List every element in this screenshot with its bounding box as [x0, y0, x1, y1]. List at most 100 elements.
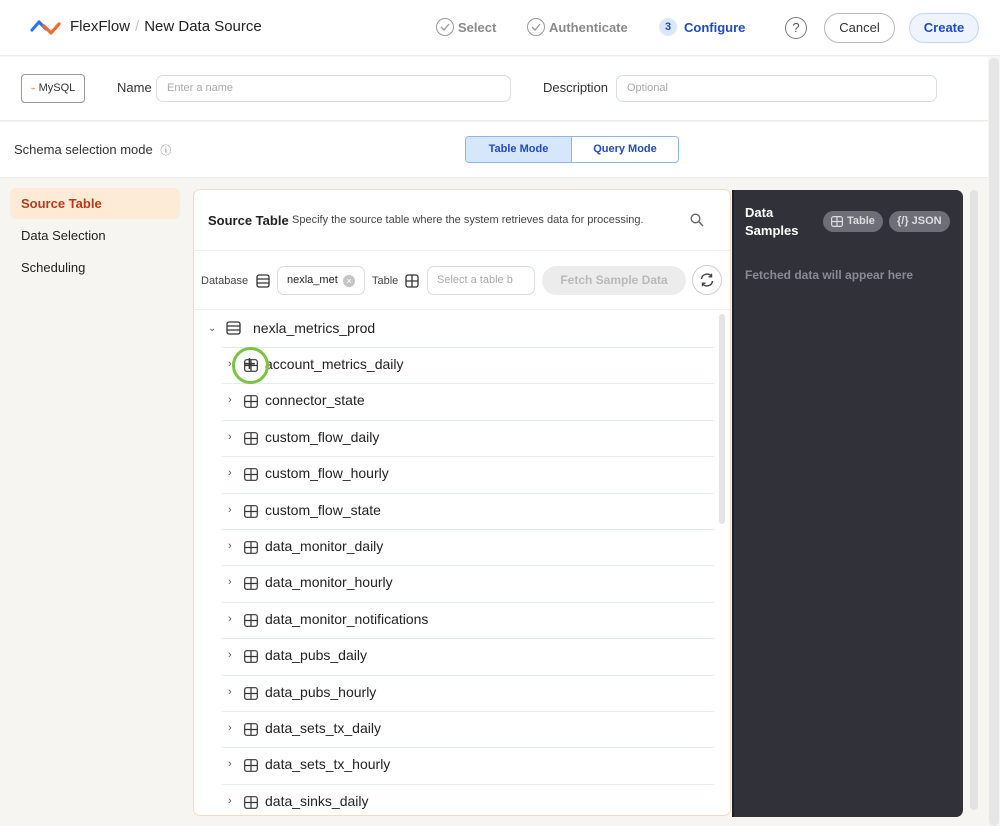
crosshair-cursor-icon: + [243, 351, 256, 376]
panel-title: Source Table [208, 213, 289, 228]
table-name: data_sinks_daily [265, 792, 369, 809]
tree-table-row[interactable]: › custom_flow_hourly [222, 456, 714, 492]
check-circle-icon [436, 18, 454, 36]
tree-table-row[interactable]: › data_monitor_hourly [222, 565, 714, 601]
table-view-toggle[interactable]: Table [823, 211, 883, 232]
panel-header: Source Table Specify the source table wh… [194, 190, 730, 251]
description-input[interactable]: Optional [616, 75, 937, 102]
chevron-right-icon[interactable]: › [228, 467, 232, 479]
tree-table-row[interactable]: › data_sets_tx_hourly [222, 747, 714, 783]
chevron-right-icon[interactable]: › [228, 649, 232, 661]
table-icon [831, 216, 843, 227]
step-number: 3 [659, 18, 677, 36]
schema-mode-label: Schema selection mode ⓘ [14, 142, 171, 158]
tree-table-row[interactable]: › data_monitor_daily [222, 529, 714, 565]
table-icon [244, 504, 258, 518]
tree-scrollbar[interactable] [719, 314, 725, 524]
sidebar-item-data-selection[interactable]: Data Selection [10, 220, 180, 251]
tree-table-row[interactable]: › account_metrics_daily [222, 347, 714, 383]
refresh-icon [700, 273, 714, 287]
refresh-button[interactable] [692, 265, 722, 295]
fetch-sample-data-button[interactable]: Fetch Sample Data [542, 266, 686, 295]
json-view-toggle[interactable]: {/} JSON [889, 211, 950, 232]
table-name: data_sets_tx_hourly [265, 756, 391, 773]
chevron-right-icon[interactable]: › [228, 431, 232, 443]
table-icon [244, 795, 258, 809]
tree-table-row[interactable]: › data_monitor_notifications [222, 601, 714, 638]
table-view-label: Table [847, 215, 875, 227]
database-label: Database [201, 275, 249, 287]
table-name: data_pubs_daily [265, 647, 367, 664]
filter-bar: Database nexla_met × Table Select a tabl… [194, 252, 730, 310]
sidebar-item-source-table[interactable]: Source Table [10, 188, 180, 219]
database-icon [226, 321, 241, 335]
source-details-row: ⌁ MySQL Name Enter a name Description Op… [0, 57, 988, 121]
samples-scrollbar[interactable] [970, 190, 978, 810]
description-label: Description [543, 80, 609, 95]
create-button[interactable]: Create [909, 13, 979, 43]
database-icon [256, 274, 270, 288]
table-mode-button[interactable]: Table Mode [466, 137, 572, 162]
chevron-right-icon[interactable]: › [228, 686, 232, 698]
connector-label: MySQL [38, 82, 76, 94]
tree-database-node[interactable]: ⌄ nexla_metrics_prod [194, 311, 714, 347]
table-icon [244, 759, 258, 773]
tree-table-row[interactable]: › connector_state [222, 383, 714, 419]
sidebar-item-scheduling[interactable]: Scheduling [10, 252, 180, 283]
chevron-right-icon[interactable]: › [228, 358, 232, 370]
table-icon [244, 541, 258, 554]
table-icon [244, 650, 258, 664]
app-name[interactable]: FlexFlow [70, 18, 130, 35]
step-select: Select [436, 18, 496, 36]
name-label: Name [117, 80, 152, 95]
chevron-right-icon[interactable]: › [228, 540, 232, 552]
page-scrollbar[interactable] [989, 58, 999, 826]
table-name: data_monitor_daily [265, 538, 384, 554]
tree-table-row[interactable]: › data_sets_tx_daily [222, 711, 714, 747]
tree-table-row[interactable]: › data_pubs_daily [222, 638, 714, 674]
clear-icon[interactable]: × [343, 275, 355, 287]
query-mode-button[interactable]: Query Mode [572, 137, 678, 162]
data-samples-panel: Data Samples Table {/} JSON Fetched data… [732, 190, 963, 817]
tree-table-row[interactable]: › data_pubs_hourly [222, 674, 714, 711]
breadcrumb-separator: / [135, 18, 140, 35]
chevron-right-icon[interactable]: › [228, 795, 232, 807]
chevron-right-icon[interactable]: › [228, 504, 232, 516]
chevron-right-icon[interactable]: › [228, 758, 232, 770]
step-configure: 3 Configure [659, 18, 745, 36]
cancel-button[interactable]: Cancel [824, 13, 895, 43]
table-select[interactable]: Select a table b [427, 266, 535, 295]
chevron-right-icon[interactable]: › [228, 576, 232, 588]
search-icon[interactable] [690, 213, 704, 227]
panel-description: Specify the source table where the syste… [292, 214, 644, 226]
table-name: data_pubs_hourly [265, 683, 377, 700]
tree-table-row[interactable]: › custom_flow_state [222, 492, 714, 529]
help-icon[interactable]: ? [785, 17, 807, 39]
chevron-right-icon[interactable]: › [228, 394, 232, 406]
breadcrumb: FlexFlow / New Data Source [70, 18, 262, 35]
source-table-panel: Source Table Specify the source table wh… [193, 189, 731, 816]
chevron-down-icon[interactable]: ⌄ [208, 323, 216, 334]
tree-table-row[interactable]: › custom_flow_daily [222, 419, 714, 456]
table-icon [244, 468, 258, 482]
chevron-right-icon[interactable]: › [228, 722, 232, 734]
database-value: nexla_met [287, 274, 338, 286]
table-icon [244, 686, 258, 700]
table-name: connector_state [265, 392, 365, 409]
step-label: Configure [684, 19, 746, 35]
top-bar: FlexFlow / New Data Source Select Authenti… [0, 0, 1000, 56]
step-label: Authenticate [549, 19, 628, 35]
database-select[interactable]: nexla_met × [277, 266, 365, 295]
table-icon [405, 274, 419, 288]
step-authenticate: Authenticate [527, 18, 628, 36]
schema-mode-text: Schema selection mode [14, 142, 153, 157]
table-name: account_metrics_daily [265, 356, 404, 372]
tree-table-row[interactable]: › data_sinks_daily [222, 783, 714, 815]
info-icon[interactable]: ⓘ [160, 145, 171, 157]
table-name: custom_flow_hourly [265, 465, 389, 482]
chevron-right-icon[interactable]: › [228, 613, 232, 625]
name-input[interactable]: Enter a name [156, 75, 511, 102]
schema-mode-toggle: Table Mode Query Mode [465, 136, 679, 163]
page-title: New Data Source [144, 18, 262, 35]
check-circle-icon [527, 18, 545, 36]
